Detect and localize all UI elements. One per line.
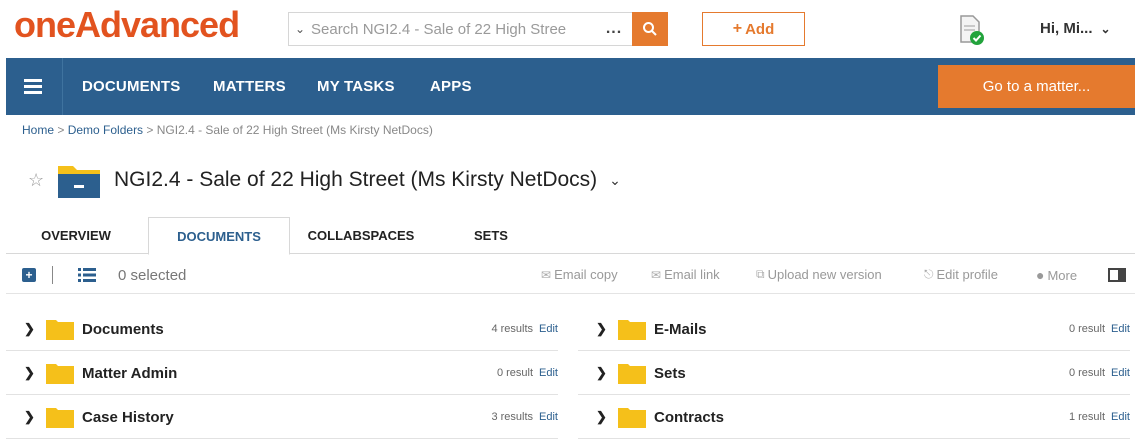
- title-chevron-down-icon[interactable]: ⌄: [609, 172, 621, 189]
- folder-icon: [46, 408, 74, 428]
- expand-arrow-icon[interactable]: ❯: [6, 365, 35, 381]
- folder-edit-link[interactable]: Edit: [539, 411, 558, 423]
- search-box[interactable]: ⌄ Search NGI2.4 - Sale of 22 High Stree …: [288, 12, 668, 46]
- folder-icon: [618, 408, 646, 428]
- upload-new-version-button[interactable]: ⧉ Upload new version: [756, 267, 882, 282]
- edit-profile-label: Edit profile: [936, 267, 998, 282]
- user-greeting: Hi, Mi...: [1040, 20, 1093, 37]
- email-link-label: Email link: [664, 267, 720, 282]
- nav-matters[interactable]: MATTERS: [213, 78, 286, 95]
- folder-row[interactable]: ❯ Case History 3 results Edit: [6, 396, 558, 439]
- favorite-star-icon[interactable]: ☆: [28, 170, 56, 191]
- folder-icon: [618, 320, 646, 340]
- folder-name[interactable]: Sets: [654, 365, 1069, 382]
- email-copy-label: Email copy: [554, 267, 618, 282]
- folder-name[interactable]: E-Mails: [654, 321, 1069, 338]
- folder-edit-link[interactable]: Edit: [539, 323, 558, 335]
- tab-collabspaces[interactable]: COLLABSPACES: [296, 217, 426, 254]
- folder-result-count: 0 result: [496, 367, 534, 379]
- main-nav: DOCUMENTS MATTERS MY TASKS APPS Go to a …: [6, 58, 1135, 115]
- folder-icon: [618, 364, 646, 384]
- folder-row[interactable]: ❯ Sets 0 result Edit: [578, 352, 1130, 395]
- folder-result-count: 4 results: [491, 323, 534, 335]
- document-toolbar: + 0 selected ✉ Email copy ✉ Email link ⧉…: [6, 258, 1135, 294]
- breadcrumb-separator: >: [54, 123, 68, 137]
- edit-profile-icon: ⎋: [924, 267, 934, 281]
- search-icon: [643, 22, 657, 36]
- folder-row[interactable]: ❯ Documents 4 results Edit: [6, 308, 558, 351]
- search-button[interactable]: [632, 12, 668, 46]
- more-button[interactable]: ● More: [1036, 267, 1077, 283]
- list-view-icon[interactable]: [78, 268, 96, 282]
- folder-result-count: 3 results: [491, 411, 534, 423]
- folder-edit-link[interactable]: Edit: [1111, 411, 1130, 423]
- folder-name[interactable]: Documents: [82, 321, 491, 338]
- expand-arrow-icon[interactable]: ❯: [578, 365, 607, 381]
- add-button[interactable]: + Add: [702, 12, 805, 46]
- go-to-matter-button[interactable]: Go to a matter...: [938, 65, 1135, 108]
- email-copy-icon: ✉: [541, 267, 552, 282]
- folder-row[interactable]: ❯ Matter Admin 0 result Edit: [6, 352, 558, 395]
- add-button-label: Add: [745, 20, 775, 38]
- folder-icon: [46, 320, 74, 340]
- folder-result-count: 1 result: [1068, 411, 1106, 423]
- tab-bar: OVERVIEW DOCUMENTS COLLABSPACES SETS: [6, 217, 1135, 255]
- expand-arrow-icon[interactable]: ❯: [578, 409, 607, 425]
- side-panel-toggle-icon[interactable]: [1108, 268, 1126, 282]
- folder-result-count: 0 result: [1068, 367, 1106, 379]
- add-folder-icon[interactable]: +: [22, 268, 36, 282]
- edit-profile-button[interactable]: ⎋ Edit profile: [924, 267, 998, 282]
- user-menu[interactable]: Hi, Mi... ⌄: [1040, 20, 1111, 37]
- search-more-button[interactable]: ...: [596, 20, 632, 38]
- breadcrumb-home[interactable]: Home: [22, 123, 54, 137]
- nav-apps[interactable]: APPS: [430, 78, 472, 95]
- email-copy-button[interactable]: ✉ Email copy: [541, 267, 618, 282]
- nav-my-tasks[interactable]: MY TASKS: [317, 78, 395, 95]
- tab-sets[interactable]: SETS: [446, 217, 536, 254]
- breadcrumb-separator: >: [143, 123, 157, 137]
- plus-icon: +: [732, 20, 743, 37]
- tab-overview[interactable]: OVERVIEW: [6, 217, 146, 254]
- email-link-button[interactable]: ✉ Email link: [651, 267, 720, 282]
- page-title: NGI2.4 - Sale of 22 High Street (Ms Kirs…: [114, 168, 598, 191]
- expand-arrow-icon[interactable]: ❯: [578, 321, 607, 337]
- folder-name[interactable]: Matter Admin: [82, 365, 497, 382]
- upload-icon: ⧉: [756, 267, 765, 281]
- folder-name[interactable]: Case History: [82, 409, 491, 426]
- breadcrumb: Home > Demo Folders > NGI2.4 - Sale of 2…: [22, 123, 433, 137]
- email-link-icon: ✉: [651, 267, 662, 282]
- search-scope-chevron-icon[interactable]: ⌄: [289, 22, 311, 36]
- matter-folder-icon: [58, 166, 100, 198]
- tab-documents[interactable]: DOCUMENTS: [148, 217, 290, 255]
- nav-divider: [62, 58, 63, 115]
- more-label: More: [1047, 267, 1078, 283]
- search-input[interactable]: Search NGI2.4 - Sale of 22 High Stree: [311, 21, 596, 38]
- top-header: oneAdvanced ⌄ Search NGI2.4 - Sale of 22…: [0, 0, 1135, 58]
- app-logo[interactable]: oneAdvanced: [14, 4, 240, 46]
- upload-new-version-label: Upload new version: [767, 267, 882, 282]
- expand-arrow-icon[interactable]: ❯: [6, 409, 35, 425]
- chevron-down-icon: ⌄: [1100, 21, 1111, 36]
- nav-documents[interactable]: DOCUMENTS: [82, 78, 180, 95]
- more-icon: ●: [1036, 267, 1045, 283]
- folder-result-count: 0 result: [1068, 323, 1106, 335]
- folder-icon: [46, 364, 74, 384]
- folder-row[interactable]: ❯ E-Mails 0 result Edit: [578, 308, 1130, 351]
- document-status-icon[interactable]: [955, 14, 987, 46]
- folder-edit-link[interactable]: Edit: [1111, 323, 1130, 335]
- folder-row[interactable]: ❯ Contracts 1 result Edit: [578, 396, 1130, 439]
- breadcrumb-current: NGI2.4 - Sale of 22 High Street (Ms Kirs…: [156, 123, 433, 137]
- folder-name[interactable]: Contracts: [654, 409, 1069, 426]
- hamburger-menu-icon[interactable]: [24, 79, 42, 95]
- expand-arrow-icon[interactable]: ❯: [6, 321, 35, 337]
- page-title-row: ☆ NGI2.4 - Sale of 22 High Street (Ms Ki…: [28, 158, 621, 202]
- selected-count: 0 selected: [118, 267, 187, 284]
- folder-edit-link[interactable]: Edit: [1111, 367, 1130, 379]
- breadcrumb-demo-folders[interactable]: Demo Folders: [68, 123, 143, 137]
- folder-edit-link[interactable]: Edit: [539, 367, 558, 379]
- toolbar-divider: [52, 266, 53, 284]
